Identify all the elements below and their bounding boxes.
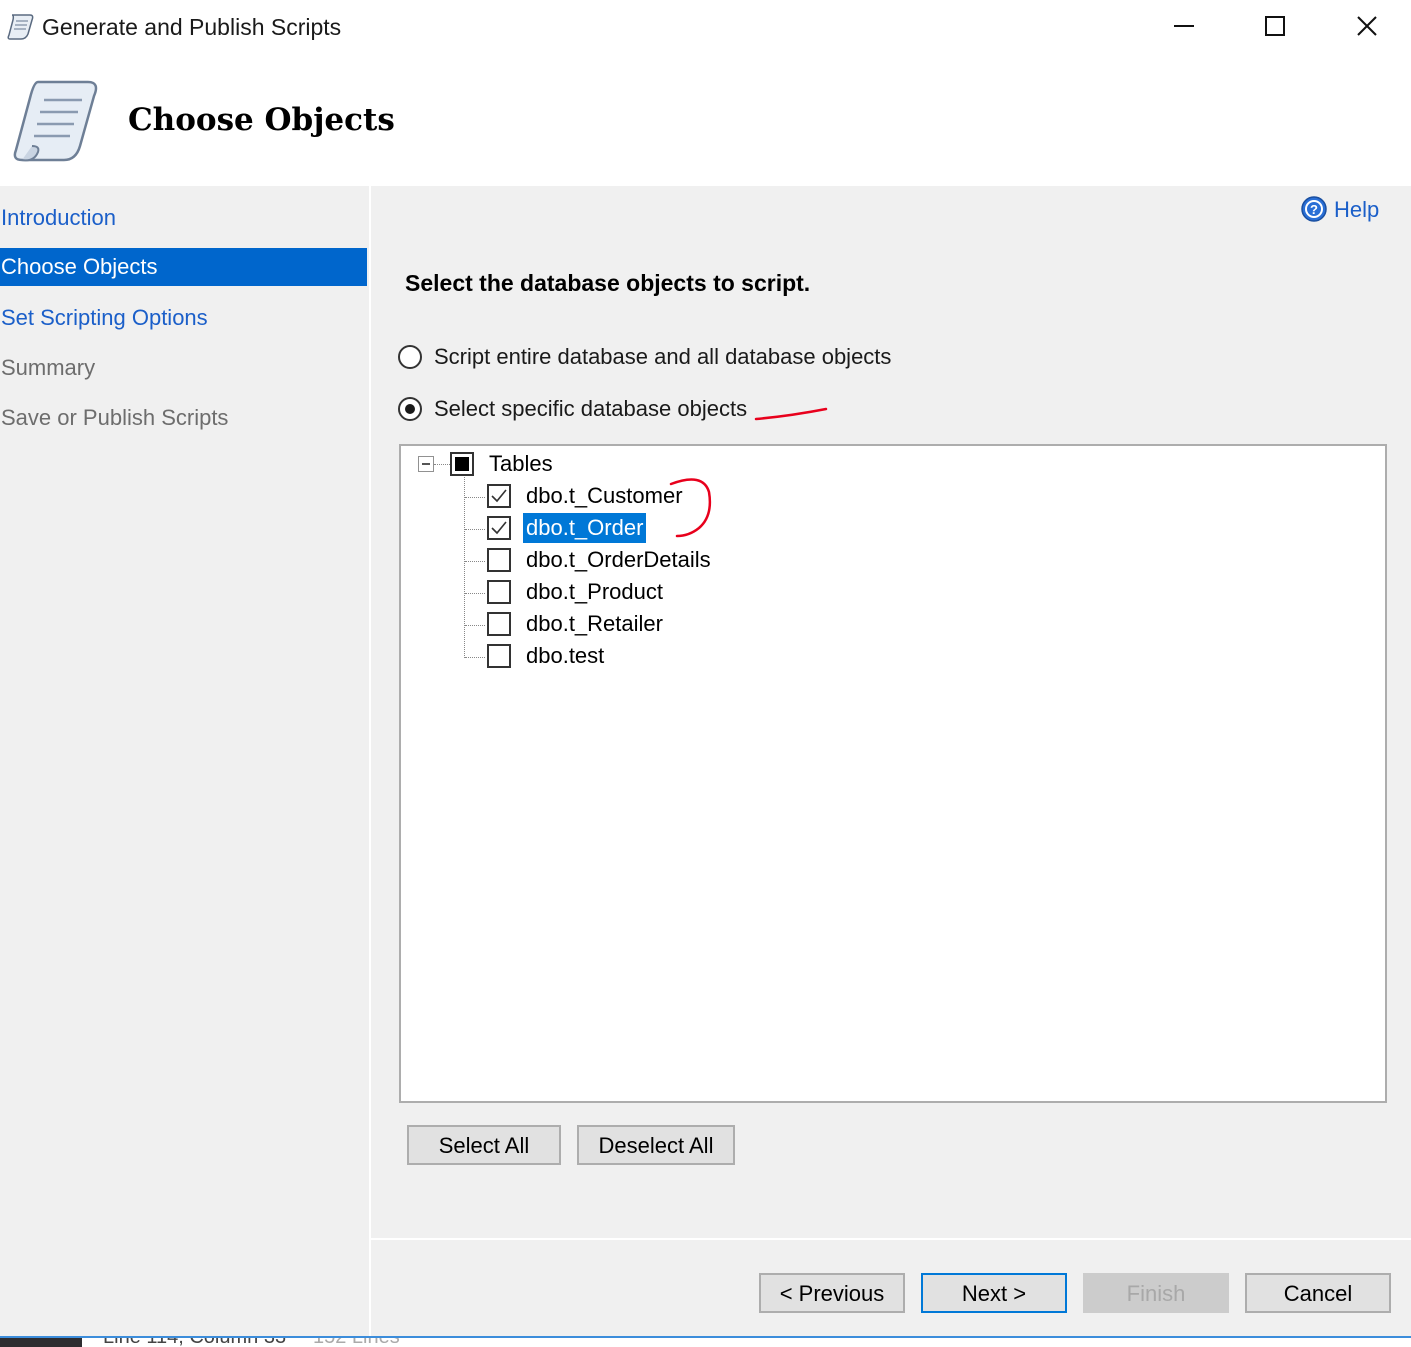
tree-item-t-orderdetails[interactable]: dbo.t_OrderDetails: [523, 545, 714, 575]
tree-item-t-product[interactable]: dbo.t_Product: [523, 577, 666, 607]
checkmark-icon: [491, 489, 507, 503]
radio-label: Select specific database objects: [434, 396, 748, 421]
checkbox-tables[interactable]: [450, 452, 474, 476]
nav-item-choose-objects[interactable]: Choose Objects: [0, 248, 367, 286]
checkbox-t-retailer[interactable]: [487, 612, 511, 636]
collapse-toggle[interactable]: [418, 456, 434, 472]
nav-item-save-or-publish: Save or Publish Scripts: [1, 405, 229, 430]
instruction-text: Select the database objects to script.: [405, 270, 811, 296]
checkbox-t-order[interactable]: [487, 516, 511, 540]
scroll-icon: [13, 80, 98, 162]
tree-item-test[interactable]: dbo.test: [523, 641, 607, 671]
tree-connector: [465, 593, 485, 594]
status-bar: Line 114, Column 33 152 Lines: [0, 1336, 1411, 1347]
cancel-button[interactable]: Cancel: [1245, 1273, 1391, 1313]
page-title: Choose Objects: [128, 102, 395, 138]
close-icon: [1357, 16, 1377, 36]
checkbox-t-customer[interactable]: [487, 484, 511, 508]
tree-connector: [464, 474, 465, 658]
checkmark-icon: [491, 521, 507, 535]
nav-item-summary: Summary: [1, 355, 96, 380]
help-link[interactable]: ? Help: [1300, 195, 1379, 223]
tree-connector: [465, 529, 485, 530]
radio-label: Script entire database and all database …: [434, 344, 892, 369]
previous-button[interactable]: < Previous: [759, 1273, 905, 1313]
next-button[interactable]: Next >: [921, 1273, 1067, 1313]
tree-connector: [465, 497, 485, 498]
close-button[interactable]: [1321, 0, 1411, 54]
svg-text:?: ?: [1310, 202, 1318, 217]
radio-script-entire-database[interactable]: Script entire database and all database …: [398, 344, 891, 370]
help-label: Help: [1334, 197, 1380, 222]
tree-connector: [465, 561, 485, 562]
radio-circle[interactable]: [398, 397, 422, 421]
tree-connector: [434, 464, 450, 465]
minimize-button[interactable]: [1138, 0, 1230, 54]
status-bar-segment: [0, 1338, 82, 1347]
radio-select-specific-objects[interactable]: Select specific database objects: [398, 396, 747, 422]
maximize-button[interactable]: [1229, 0, 1321, 54]
tree-connector: [465, 625, 485, 626]
line-count: 152 Lines: [313, 1336, 400, 1347]
help-icon: ?: [1301, 196, 1327, 222]
radio-circle[interactable]: [398, 345, 422, 369]
checkbox-t-product[interactable]: [487, 580, 511, 604]
tree-connector: [465, 657, 485, 658]
nav-item-introduction[interactable]: Introduction: [0, 199, 367, 237]
maximize-icon: [1265, 16, 1285, 36]
select-all-button[interactable]: Select All: [407, 1125, 561, 1165]
tree-node-tables[interactable]: Tables: [486, 449, 556, 479]
tree-item-t-order[interactable]: dbo.t_Order: [523, 513, 647, 543]
scroll-icon: [7, 14, 34, 40]
wizard-nav: Introduction Choose Objects Set Scriptin…: [0, 186, 369, 1336]
tree-item-t-retailer[interactable]: dbo.t_Retailer: [523, 609, 666, 639]
cursor-position: Line 114, Column 33: [103, 1336, 287, 1347]
checkbox-t-orderdetails[interactable]: [487, 548, 511, 572]
title-bar: Generate and Publish Scripts: [0, 0, 1411, 58]
checkbox-test[interactable]: [487, 644, 511, 668]
tree-item-t-customer[interactable]: dbo.t_Customer: [523, 481, 686, 511]
finish-button: Finish: [1083, 1273, 1229, 1313]
deselect-all-button[interactable]: Deselect All: [577, 1125, 735, 1165]
minimize-icon: [1174, 25, 1194, 27]
nav-item-set-scripting-options[interactable]: Set Scripting Options: [0, 299, 367, 337]
window-title: Generate and Publish Scripts: [42, 14, 342, 40]
